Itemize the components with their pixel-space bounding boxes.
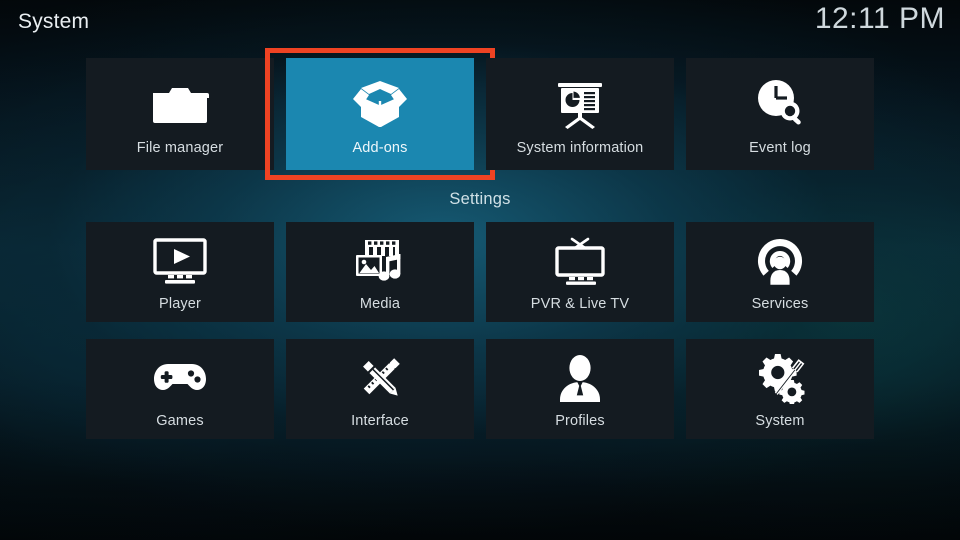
tile-label: PVR & Live TV bbox=[530, 295, 630, 312]
open-box-icon bbox=[349, 73, 411, 135]
broadcast-person-icon bbox=[751, 233, 809, 289]
tile-system[interactable]: System bbox=[686, 339, 874, 439]
folder-icon bbox=[149, 73, 211, 135]
gamepad-icon bbox=[151, 350, 209, 406]
person-silhouette-icon bbox=[551, 350, 609, 406]
page-title: System bbox=[18, 10, 90, 33]
tile-label: Player bbox=[159, 295, 201, 312]
tile-pvr-live-tv[interactable]: PVR & Live TV bbox=[486, 222, 674, 322]
tile-media[interactable]: Media bbox=[286, 222, 474, 322]
tile-label: System bbox=[755, 412, 805, 429]
tile-profiles[interactable]: Profiles bbox=[486, 339, 674, 439]
tv-antenna-icon bbox=[551, 233, 609, 289]
tile-interface[interactable]: Interface bbox=[286, 339, 474, 439]
tile-label: Event log bbox=[749, 139, 811, 156]
tile-player[interactable]: Player bbox=[86, 222, 274, 322]
tile-file-manager[interactable]: File manager bbox=[86, 58, 274, 170]
header-bar: System 12:11 PM bbox=[0, 0, 960, 48]
tile-label: Interface bbox=[351, 412, 409, 429]
tile-label: Media bbox=[359, 295, 401, 312]
tile-services[interactable]: Services bbox=[686, 222, 874, 322]
pencil-ruler-cross-icon bbox=[351, 350, 409, 406]
settings-section-caption: Settings bbox=[449, 190, 511, 208]
tile-label: System information bbox=[516, 139, 644, 156]
film-photo-music-icon bbox=[351, 233, 409, 289]
clock-search-icon bbox=[749, 73, 811, 135]
tile-label: Profiles bbox=[555, 412, 605, 429]
tile-label: Services bbox=[751, 295, 809, 312]
tile-add-ons[interactable]: Add-ons bbox=[286, 58, 474, 170]
tile-system-information[interactable]: System information bbox=[486, 58, 674, 170]
tile-event-log[interactable]: Event log bbox=[686, 58, 874, 170]
tile-label: File manager bbox=[136, 139, 224, 156]
gears-screwdriver-icon bbox=[751, 350, 809, 406]
clock-label: 12:11 PM bbox=[814, 2, 945, 35]
presentation-chart-icon bbox=[549, 73, 611, 135]
monitor-play-icon bbox=[151, 233, 209, 289]
tile-label: Games bbox=[156, 412, 204, 429]
tile-label: Add-ons bbox=[352, 139, 408, 156]
tile-games[interactable]: Games bbox=[86, 339, 274, 439]
